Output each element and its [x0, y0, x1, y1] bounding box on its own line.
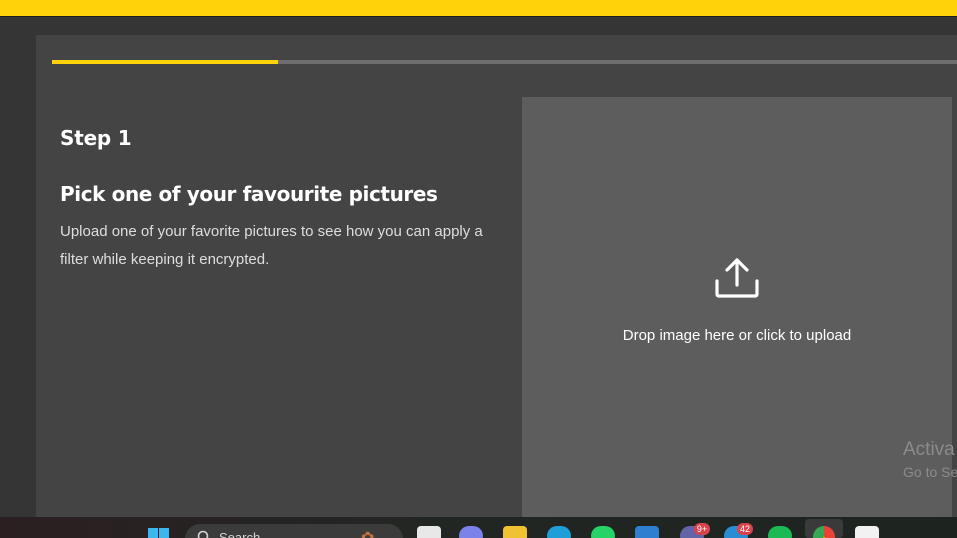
windows-activation-watermark: Activa Go to Se — [903, 438, 957, 482]
teams-icon[interactable] — [459, 526, 483, 538]
watermark-subtitle: Go to Se — [903, 464, 957, 480]
progress-bar — [52, 60, 957, 64]
step-heading: Pick one of your favourite pictures — [60, 182, 438, 206]
file-explorer-icon[interactable] — [503, 526, 527, 538]
windows-start-icon[interactable] — [148, 528, 170, 538]
search-icon — [197, 530, 209, 538]
taskbar-search-box[interactable]: Search ✿ — [185, 524, 403, 538]
taskbar: Search ✿ 9+ 42 — [0, 517, 957, 538]
upload-icon — [715, 258, 759, 298]
image-dropzone[interactable]: Drop image here or click to upload — [522, 97, 952, 517]
notepad-icon[interactable] — [855, 526, 879, 538]
top-accent-bar — [0, 0, 957, 16]
step-label: Step 1 — [60, 126, 132, 150]
edge-icon[interactable] — [547, 526, 571, 538]
mail-badge: 42 — [737, 523, 753, 535]
whatsapp-icon[interactable] — [591, 526, 615, 538]
dropzone-text: Drop image here or click to upload — [622, 327, 852, 344]
search-highlight-icon: ✿ — [361, 528, 374, 538]
spotify-icon[interactable] — [768, 526, 792, 538]
task-view-icon[interactable] — [417, 526, 441, 538]
progress-fill — [52, 60, 279, 64]
chrome-icon — [813, 526, 835, 538]
store-icon[interactable] — [635, 526, 659, 538]
watermark-title: Activa — [903, 439, 955, 460]
teams-badge: 9+ — [694, 523, 710, 535]
search-placeholder: Search — [219, 530, 261, 538]
chrome-active-tile[interactable] — [805, 519, 843, 538]
step-description: Upload one of your favorite pictures to … — [60, 223, 483, 268]
